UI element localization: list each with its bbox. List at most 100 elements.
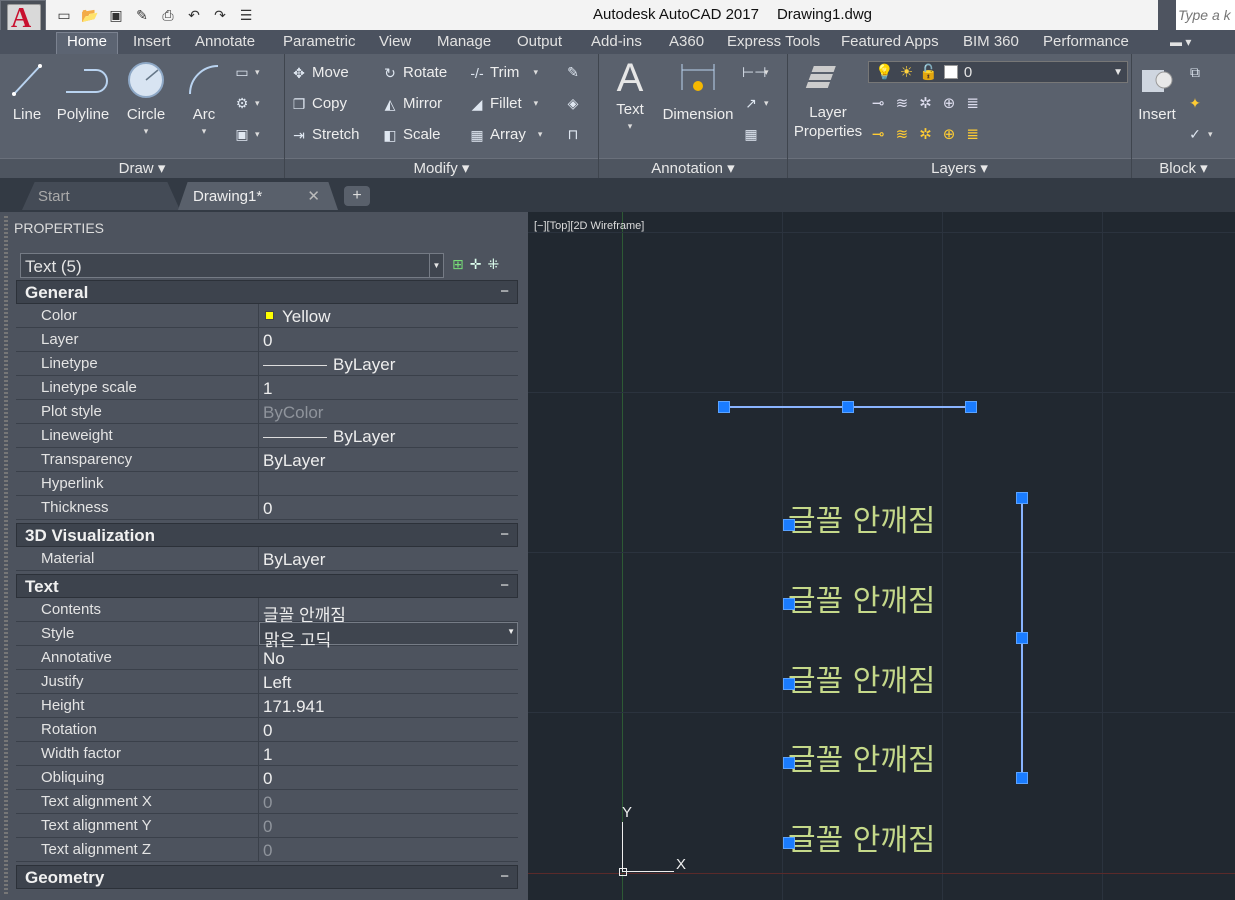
grip[interactable] — [783, 678, 795, 690]
grip[interactable] — [783, 757, 795, 769]
save-icon[interactable]: ▣ — [106, 6, 126, 24]
leader-button[interactable]: ↗ ▾ — [742, 95, 768, 111]
offset-button[interactable]: ⊓ — [564, 126, 582, 142]
section-general[interactable]: General − — [16, 280, 518, 304]
layer-dropdown[interactable]: 💡 ☀ 🔓 0 ▼ — [868, 61, 1128, 83]
text-entity[interactable]: 글꼴 안깨짐 — [788, 496, 936, 540]
grip[interactable] — [965, 401, 977, 413]
property-row[interactable]: Plot style ByColor — [16, 400, 518, 424]
tab-add-ins[interactable]: Add-ins — [591, 33, 642, 50]
block-attributes-button[interactable]: ✓ ▾ — [1186, 126, 1212, 142]
trim-button[interactable]: -/- Trim ▾ — [468, 64, 538, 81]
collapse-icon[interactable]: − — [500, 868, 509, 885]
grip[interactable] — [1016, 492, 1028, 504]
tab-performance[interactable]: Performance — [1043, 33, 1129, 50]
layer-freeze-icon[interactable]: ✲ — [919, 94, 932, 112]
polyline-button[interactable]: Polyline — [54, 60, 112, 124]
drawing-canvas[interactable]: [−][Top][2D Wireframe] 글꼴 안깨짐 글꼴 안깨짐 글꼴 … — [528, 212, 1235, 900]
draw-panel-title[interactable]: Draw ▾ — [0, 158, 284, 178]
property-value[interactable]: 1 — [259, 376, 518, 399]
close-icon[interactable]: ✕ — [307, 187, 320, 205]
linear-dim-button[interactable]: ⊢⊣ ▾ — [742, 64, 769, 80]
collapse-icon[interactable]: − — [500, 283, 509, 300]
text-button[interactable]: A Text ▾ — [608, 56, 652, 136]
new-tab-button[interactable]: + — [344, 186, 370, 206]
table-button[interactable]: ▦ — [742, 126, 760, 142]
ribbon-options-icon[interactable]: ▬ ▾ — [1170, 35, 1191, 49]
tab-home[interactable]: Home — [56, 32, 119, 54]
property-value[interactable]: 글꼴 안깨짐 — [259, 598, 518, 625]
tab-express-tools[interactable]: Express Tools — [727, 33, 820, 50]
search-input[interactable] — [1176, 0, 1235, 30]
modify-panel-title[interactable]: Modify ▾ — [285, 158, 598, 178]
layer-isolate-icon[interactable]: ≋ — [896, 94, 909, 112]
grip[interactable] — [1016, 772, 1028, 784]
section-geometry[interactable]: Geometry − — [16, 865, 518, 889]
property-row[interactable]: Text alignment Z0 — [16, 838, 518, 862]
annotation-panel-title[interactable]: Annotation ▾ — [599, 158, 787, 178]
pickadd-icon[interactable]: ⁜ — [487, 256, 499, 273]
copy-button[interactable]: ❐ Copy — [290, 95, 347, 112]
collapse-icon[interactable]: − — [500, 577, 509, 594]
property-row[interactable]: Height 171.941 — [16, 694, 518, 718]
tab-manage[interactable]: Manage — [437, 33, 491, 50]
tab-output[interactable]: Output — [517, 33, 562, 50]
property-row[interactable]: Color Yellow — [16, 304, 518, 328]
text-entity[interactable]: 글꼴 안깨짐 — [788, 656, 936, 700]
tab-bim360[interactable]: BIM 360 — [963, 33, 1019, 50]
arc-button[interactable]: Arc ▾ — [184, 60, 224, 141]
tab-drawing1[interactable]: Drawing1* ✕ — [178, 182, 338, 210]
style-dropdown[interactable]: 맑은 고딕 ▼ — [259, 622, 518, 650]
tab-featured-apps[interactable]: Featured Apps — [841, 33, 939, 50]
qat-menu-icon[interactable]: ☰ — [236, 6, 256, 24]
property-value[interactable] — [259, 472, 518, 495]
circle-button[interactable]: Circle ▾ — [124, 60, 168, 141]
property-row[interactable]: Linetype scale 1 — [16, 376, 518, 400]
open-folder-icon[interactable]: 📂 — [80, 6, 100, 24]
insert-button[interactable]: Insert — [1134, 60, 1180, 124]
layer-walk-icon[interactable]: ≣ — [966, 94, 979, 112]
undo-icon[interactable]: ↶ — [184, 6, 204, 24]
grip[interactable] — [1016, 632, 1028, 644]
selection-dropdown[interactable]: Text (5) ▼ — [20, 253, 444, 278]
select-objects-icon[interactable]: ✛ — [470, 256, 482, 273]
property-row[interactable]: Thickness 0 — [16, 496, 518, 520]
property-value[interactable]: 0 — [259, 766, 518, 789]
array-button[interactable]: ▦ Array ▾ — [468, 126, 542, 143]
match-layer-icon[interactable]: ≋ — [896, 125, 909, 143]
redo-icon[interactable]: ↷ — [210, 6, 230, 24]
hatch-button[interactable]: ⚙ ▾ — [233, 95, 260, 111]
create-block-button[interactable]: ⧉ — [1186, 64, 1204, 80]
grip[interactable] — [783, 598, 795, 610]
fillet-button[interactable]: ◢ Fillet ▾ — [468, 95, 539, 112]
property-value[interactable]: 171.941 — [259, 694, 518, 717]
quick-select-icon[interactable]: ⊞ — [452, 256, 464, 273]
property-value[interactable]: ByLayer — [259, 547, 518, 570]
text-entity[interactable]: 글꼴 안깨짐 — [788, 735, 936, 779]
tab-view[interactable]: View — [379, 33, 411, 50]
grip[interactable] — [718, 401, 730, 413]
edit-block-button[interactable]: ✦ — [1186, 95, 1204, 111]
property-row[interactable]: Text alignment X0 — [16, 790, 518, 814]
erase-button[interactable]: ✎ — [564, 64, 582, 80]
stretch-button[interactable]: ⇥ Stretch — [290, 126, 359, 143]
layer-lock-icon[interactable]: ⊕ — [943, 94, 956, 112]
property-value[interactable]: 0 — [259, 496, 518, 519]
property-value[interactable]: No — [259, 646, 518, 669]
viewport-controls[interactable]: [−][Top][2D Wireframe] — [534, 220, 644, 232]
collapse-icon[interactable]: − — [500, 526, 509, 543]
tab-parametric[interactable]: Parametric — [283, 33, 356, 50]
dimension-button[interactable]: Dimension — [660, 60, 736, 124]
tab-annotate[interactable]: Annotate — [195, 33, 255, 50]
merge-icon[interactable]: ≣ — [966, 125, 979, 143]
search-box[interactable] — [1158, 0, 1235, 30]
property-row[interactable]: Style 맑은 고딕 ▼ — [16, 622, 518, 650]
line-button[interactable]: Line — [8, 60, 46, 124]
move-button[interactable]: ✥ Move — [290, 64, 349, 81]
explode-button[interactable]: ◈ — [564, 95, 582, 111]
text-entity[interactable]: 글꼴 안깨짐 — [788, 815, 936, 859]
property-row[interactable]: Text alignment Y0 — [16, 814, 518, 838]
property-row[interactable]: Width factor 1 — [16, 742, 518, 766]
unlock-icon[interactable]: ⊕ — [943, 125, 956, 143]
section-3d-visualization[interactable]: 3D Visualization − — [16, 523, 518, 547]
